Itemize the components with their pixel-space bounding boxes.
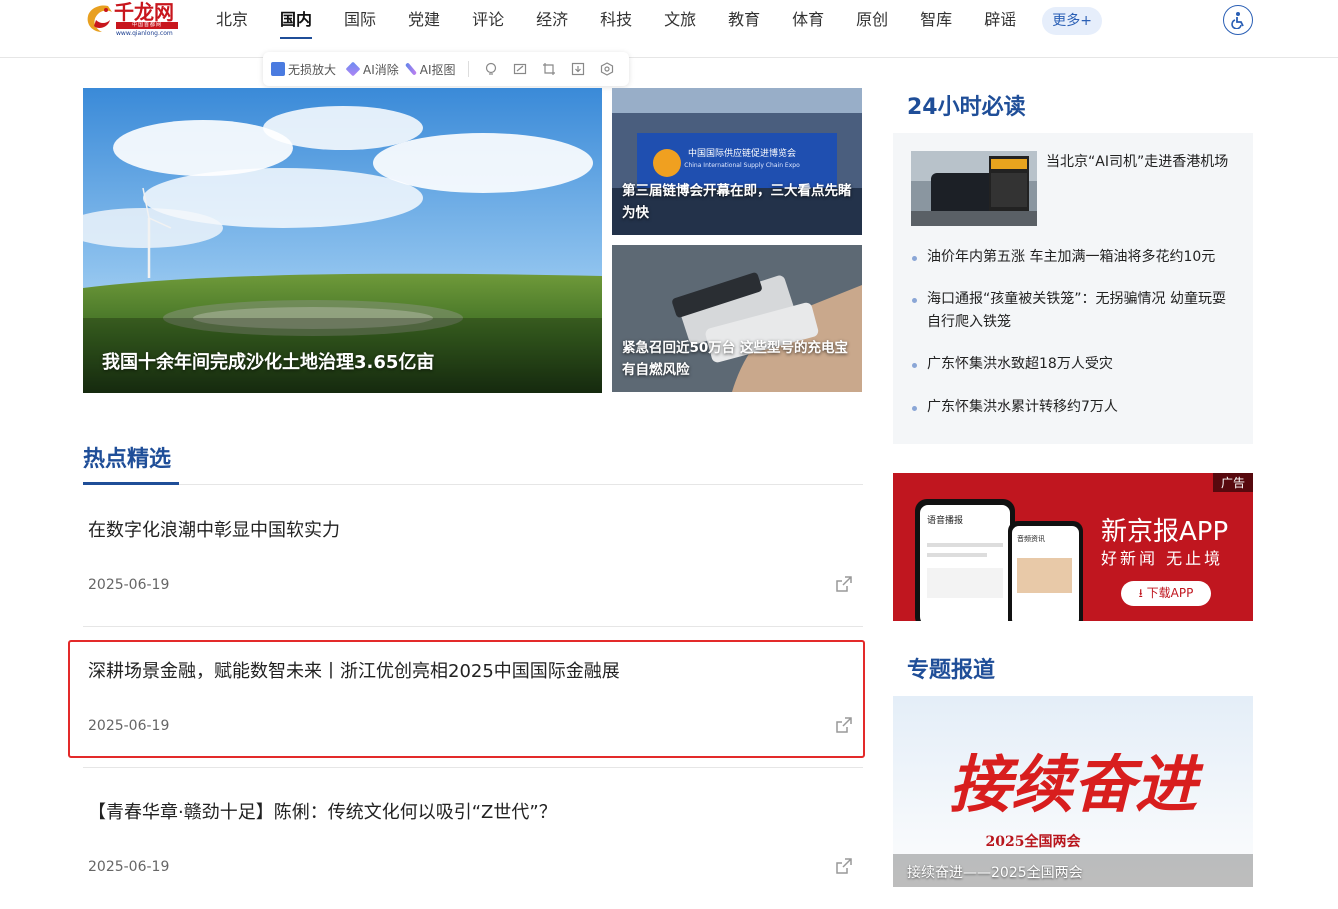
crop-icon[interactable] (541, 61, 556, 77)
read24-title: 24小时必读 (907, 95, 1026, 120)
brush-icon (404, 62, 417, 76)
article-title[interactable]: 在数字化浪潮中彰显中国软实力 (88, 516, 340, 542)
download-icon[interactable] (570, 61, 585, 77)
article-date: 2025-06-19 (88, 718, 170, 734)
hot-section-title: 热点精选 (83, 447, 172, 472)
read24-top-story[interactable]: 当北京“AI司机”走进香港机场 (911, 151, 1241, 226)
phone-mockup-image: 语音播报 音频资讯 (915, 499, 1083, 621)
logo-url: www.qianlong.com (116, 30, 173, 37)
share-icon[interactable] (835, 857, 853, 875)
nav-item-international[interactable]: 国际 (344, 0, 376, 42)
lossless-zoom-button[interactable]: 无损放大 (271, 61, 336, 78)
ai-image-toolbar: 无损放大 AI消除 AI抠图 (263, 52, 629, 86)
expo-sign-text: 中国国际供应链促进博览会 (688, 147, 796, 159)
special-caption: 接续奋进——2025全国两会 (907, 865, 1083, 881)
download-icon: ⭳ (1138, 586, 1143, 600)
hero-main-caption: 我国十余年间完成沙化土地治理3.65亿亩 (102, 352, 435, 373)
logo-strip: 中国首都网 (116, 22, 178, 29)
share-icon[interactable] (835, 575, 853, 593)
ai-erase-button[interactable]: AI消除 (345, 61, 399, 78)
ad-tag: 广告 (1212, 473, 1253, 492)
site-logo[interactable]: 千龙网 中国首都网 www.qianlong.com (82, 0, 186, 42)
main-nav: 北京 国内 国际 党建 评论 经济 科技 文旅 教育 体育 原创 智库 辟谣 更… (200, 0, 1102, 42)
phone-screen-title-2: 音频资讯 (1017, 534, 1045, 543)
article-title[interactable]: 【青春华章·赣劲十足】陈俐：传统文化何以吸引“Z世代”？ (88, 798, 557, 824)
hd-icon (271, 62, 285, 76)
nav-item-commentary[interactable]: 评论 (472, 0, 504, 42)
site-header: 千龙网 中国首都网 www.qianlong.com 北京 国内 国际 党建 评… (0, 0, 1338, 58)
ad-download-label: 下载APP (1146, 586, 1194, 600)
eraser-icon (345, 61, 361, 77)
hero-main-story[interactable]: 我国十余年间完成沙化土地治理3.65亿亩 (83, 88, 602, 393)
banner-calligraphy: 接续奋进 (949, 748, 1204, 821)
nav-item-sports[interactable]: 体育 (792, 0, 824, 42)
nav-item-culture-travel[interactable]: 文旅 (664, 0, 696, 42)
accessibility-icon (1231, 12, 1244, 29)
ai-cutout-label: AI抠图 (419, 62, 456, 77)
nav-item-domestic[interactable]: 国内 (280, 0, 313, 42)
hot-article[interactable]: 在数字化浪潮中彰显中国软实力 2025-06-19 (83, 486, 863, 627)
expo-sign-text-en: China International Supply Chain Expo (684, 162, 800, 169)
two-sessions-banner-image: 接续奋进 2025全国两会 (893, 696, 1253, 887)
ad-slogan: 好新闻 无止境 (1101, 549, 1224, 568)
bulb-icon[interactable] (483, 61, 498, 77)
nav-item-tech[interactable]: 科技 (600, 0, 632, 42)
ad-download-button[interactable]: ⭳ 下载APP (1121, 581, 1211, 606)
nav-item-economy[interactable]: 经济 (536, 0, 568, 42)
xinjingbao-app-ad[interactable]: 语音播报 音频资讯 广告 新京报APP 好新闻 无止境 ⭳ 下载APP (893, 473, 1253, 621)
article-title[interactable]: 深耕场景金融，赋能数智未来丨浙江优创亮相2025中国国际金融展 (88, 657, 620, 683)
article-date: 2025-06-19 (88, 859, 170, 875)
read24-item[interactable]: 广东怀集洪水致超18万人受灾 (911, 353, 1231, 376)
hero-side-story-expo[interactable]: 中国国际供应链促进博览会 China International Supply … (612, 88, 862, 235)
lossless-zoom-label: 无损放大 (288, 62, 337, 77)
read24-item[interactable]: 广东怀集洪水累计转移约7万人 (911, 396, 1231, 419)
nav-more-button[interactable]: 更多+ (1042, 7, 1102, 35)
ai-erase-label: AI消除 (363, 62, 399, 77)
dragon-logo-icon (87, 5, 112, 33)
nav-item-beijing[interactable]: 北京 (216, 0, 248, 42)
ai-cutout-button[interactable]: AI抠图 (404, 61, 456, 78)
settings-icon[interactable] (599, 61, 614, 77)
article-date: 2025-06-19 (88, 577, 170, 593)
read24-panel: 当北京“AI司机”走进香港机场 油价年内第五涨 车主加满一箱油将多花约10元 海… (893, 133, 1253, 444)
read24-top-title[interactable]: 当北京“AI司机”走进香港机场 (1046, 151, 1241, 173)
read24-item[interactable]: 海口通报“孩童被关铁笼”：无拐骗情况 幼童玩耍自行爬入铁笼 (911, 288, 1231, 334)
banner-subtitle: 2025全国两会 (986, 833, 1082, 850)
share-icon[interactable] (835, 716, 853, 734)
hot-article[interactable]: 【青春华章·赣劲十足】陈俐：传统文化何以吸引“Z世代”？ 2025-06-19 (83, 768, 863, 909)
ai-driver-thumbnail (911, 151, 1037, 226)
hot-title-underline (83, 482, 179, 485)
nav-item-party[interactable]: 党建 (408, 0, 440, 42)
hero-side-caption-recall: 紧急召回近50万台 这些型号的充电宝有自燃风险 (622, 340, 848, 378)
special-title: 专题报道 (907, 658, 996, 683)
hot-article[interactable]: 深耕场景金融，赋能数智未来丨浙江优创亮相2025中国国际金融展 2025-06-… (83, 627, 863, 768)
accessibility-button[interactable] (1223, 5, 1253, 35)
nav-item-rumor[interactable]: 辟谣 (984, 0, 1016, 42)
edit-image-icon[interactable] (512, 61, 527, 77)
toolbar-divider (467, 61, 469, 77)
hot-title-divider (83, 484, 863, 485)
hero-side-caption-expo: 第三届链博会开幕在即，三大看点先睹为快 (622, 183, 852, 221)
nav-item-education[interactable]: 教育 (728, 0, 760, 42)
special-topic-banner[interactable]: 接续奋进 2025全国两会 接续奋进——2025全国两会 (893, 696, 1253, 887)
ad-app-name: 新京报APP (1101, 517, 1229, 547)
phone-screen-title: 语音播报 (927, 514, 963, 526)
hero-side-story-recall[interactable]: 紧急召回近50万台 这些型号的充电宝有自燃风险 (612, 245, 862, 392)
nav-item-original[interactable]: 原创 (856, 0, 888, 42)
nav-item-think-tank[interactable]: 智库 (920, 0, 952, 42)
read24-item[interactable]: 油价年内第五涨 车主加满一箱油将多花约10元 (911, 246, 1231, 269)
